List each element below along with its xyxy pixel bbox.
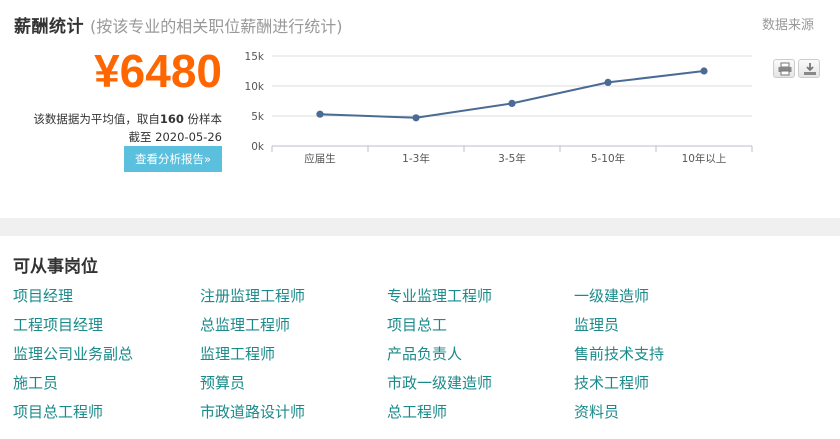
job-link[interactable]: 项目总工程师 [13, 401, 200, 430]
job-link[interactable]: 监理工程师 [200, 343, 387, 372]
job-link[interactable]: 预算员 [200, 372, 387, 401]
print-button[interactable] [773, 59, 795, 78]
job-link[interactable]: 总工程师 [387, 401, 574, 430]
download-icon [804, 63, 816, 75]
job-link[interactable]: 资料员 [574, 401, 761, 430]
y-tick-label: 10k [245, 81, 265, 93]
job-link[interactable]: 监理员 [574, 314, 761, 343]
download-button[interactable] [798, 59, 820, 78]
data-point [508, 99, 516, 107]
data-point [316, 110, 324, 118]
y-tick-label: 5k [251, 111, 265, 123]
job-link[interactable]: 技术工程师 [574, 372, 761, 401]
x-tick-label: 10年以上 [682, 152, 727, 165]
jobs-grid: 项目经理 注册监理工程师 专业监理工程师 一级建造师 工程项目经理 总监理工程师 项目总工监… [13, 285, 813, 430]
y-tick-label: 0k [251, 141, 265, 153]
salary-panel: 薪酬统计 (按该专业的相关职位薪酬进行统计) 数据来源 ¥6480 该数据据为平… [0, 0, 840, 218]
average-salary: ¥6480 [94, 45, 222, 97]
series-line [319, 70, 705, 119]
sample-count: 160 [159, 112, 184, 126]
job-link[interactable]: 工程项目经理 [13, 314, 200, 343]
job-link[interactable]: 监理公司业务副总 [13, 343, 200, 372]
jobs-title: 可从事岗位 [13, 257, 98, 277]
printer-icon [778, 62, 792, 76]
job-link[interactable]: 施工员 [13, 372, 200, 401]
job-link[interactable]: 注册监理工程师 [200, 285, 387, 314]
job-link[interactable]: 售前技术支持 [574, 343, 761, 372]
salary-subtitle: (按该专业的相关职位薪酬进行统计) [90, 17, 343, 36]
y-tick-label: 15k [245, 51, 265, 63]
x-tick-label: 3-5年 [498, 152, 526, 165]
x-tick-label: 应届生 [304, 152, 336, 165]
job-link[interactable]: 市政道路设计师 [200, 401, 387, 430]
job-link[interactable]: 总监理工程师 [200, 314, 387, 343]
job-link[interactable]: 项目总工 [387, 314, 574, 343]
data-source-link[interactable]: 数据来源 [762, 14, 814, 33]
data-point [604, 78, 612, 86]
job-link[interactable]: 专业监理工程师 [387, 285, 574, 314]
salary-line-chart: 0k 5k 10k 15k 应届生 1-3年 3-5年 5-10年 10年以上 [245, 51, 753, 165]
x-tick-label: 1-3年 [402, 152, 430, 165]
salary-title: 薪酬统计 [14, 17, 84, 37]
sample-prefix: 该数据据为平均值，取自 [33, 112, 160, 126]
jobs-section: 可从事岗位 项目经理 注册监理工程师 专业监理工程师 一级建造师工程项目经理 总监理工程… [0, 236, 840, 439]
data-date: 截至 2020-05-26 [128, 130, 223, 144]
job-link[interactable]: 市政一级建造师 [387, 372, 574, 401]
data-point [412, 114, 420, 122]
view-report-button[interactable]: 查看分析报告» [124, 146, 222, 172]
data-point [700, 67, 708, 75]
job-link[interactable]: 项目经理 [13, 285, 200, 314]
x-tick-label: 5-10年 [591, 152, 625, 165]
sample-info: 该数据据为平均值，取自160 份样本 [33, 111, 222, 127]
job-link[interactable]: 产品负责人 [387, 343, 574, 372]
job-link[interactable]: 一级建造师 [574, 285, 761, 314]
sample-suffix: 份样本 [183, 112, 222, 126]
section-divider [0, 218, 840, 236]
